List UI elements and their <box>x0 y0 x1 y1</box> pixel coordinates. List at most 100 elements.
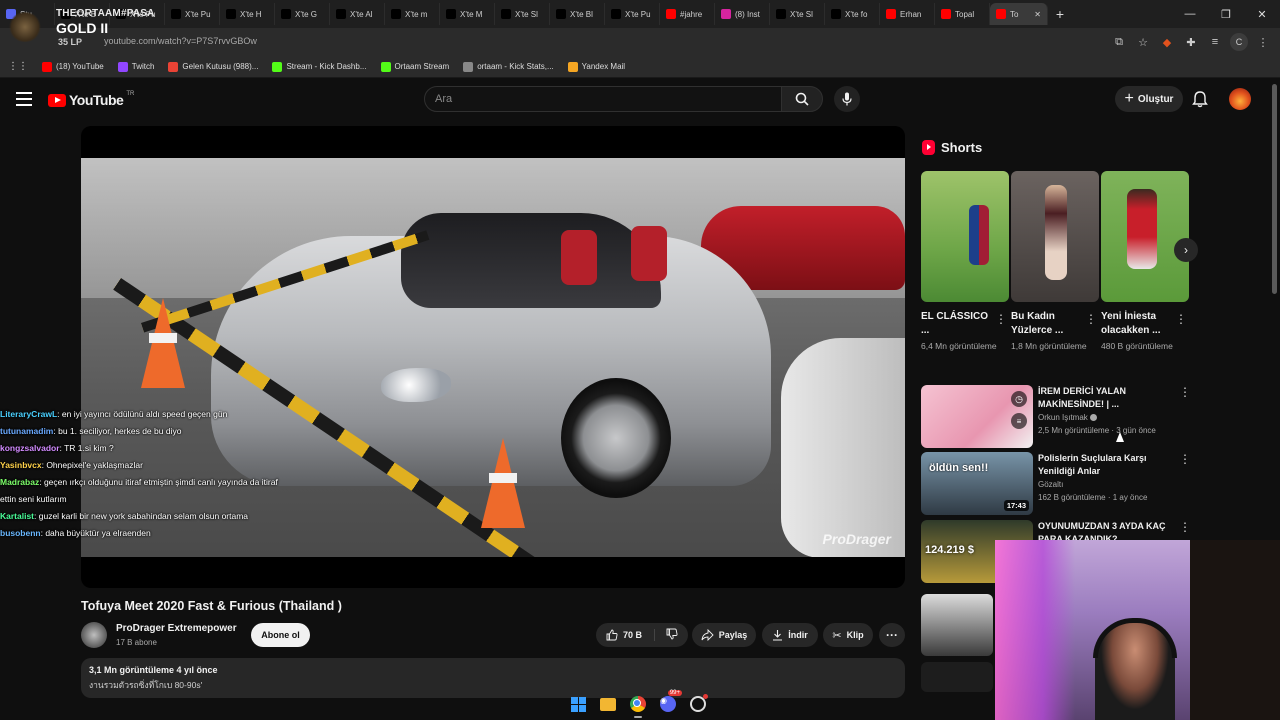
browser-tab[interactable]: X'te G <box>275 3 330 25</box>
webcam-background-door <box>1190 540 1280 720</box>
chat-message: kongzsalvador: TR 1.si kim ? <box>0 440 360 457</box>
browser-tab[interactable]: X'te H <box>220 3 275 25</box>
browser-tab[interactable]: X'te Pu <box>165 3 220 25</box>
short-title[interactable]: EL CLÁSSICO ... <box>921 310 991 338</box>
related-video[interactable]: ◷ ≡ İREM DERİCİ YALAN MAKİNESİNDE! | ...… <box>921 385 1191 449</box>
chrome-taskbar-button[interactable] <box>628 694 648 718</box>
maximize-button[interactable]: ❐ <box>1208 0 1244 28</box>
browser-tab-label: X'te Sl <box>790 9 813 19</box>
short-more-icon[interactable]: ⋮ <box>995 312 1007 326</box>
bookmark-item[interactable]: Ortaam Stream <box>380 61 449 72</box>
video-car-headlight <box>381 368 451 402</box>
like-button[interactable]: 70 B <box>606 629 655 641</box>
channel-avatar[interactable] <box>81 622 107 648</box>
shorts-next-button[interactable]: › <box>1174 238 1198 262</box>
minimize-button[interactable]: — <box>1172 0 1208 28</box>
bookmark-favicon-icon <box>168 61 179 72</box>
browser-tab-label: Topal <box>955 9 975 19</box>
browser-tab[interactable]: X'te Al <box>330 3 385 25</box>
browser-tab[interactable]: X'te fo <box>825 3 880 25</box>
related-more-icon[interactable]: ⋮ <box>1179 520 1191 534</box>
short-item[interactable]: Yeni İniesta olacakken ... 480 B görüntü… <box>1101 171 1189 353</box>
install-app-icon[interactable]: ⧉ <box>1110 33 1128 51</box>
short-more-icon[interactable]: ⋮ <box>1085 312 1097 326</box>
youtube-logo[interactable]: YouTube TR <box>48 91 134 108</box>
related-video-thumbnail[interactable] <box>921 594 993 656</box>
discord-taskbar-button[interactable]: ◉ 99+ <box>658 690 682 714</box>
close-tab-icon[interactable]: ✕ <box>1034 10 1041 19</box>
start-button[interactable] <box>568 694 588 714</box>
browser-tab[interactable]: X'te m <box>385 3 440 25</box>
bookmark-item[interactable]: (18) YouTube <box>42 61 104 72</box>
dislike-button[interactable] <box>660 628 678 642</box>
obs-taskbar-button[interactable] <box>688 694 708 714</box>
download-button[interactable]: İndir <box>762 623 818 647</box>
related-video-title[interactable]: İREM DERİCİ YALAN MAKİNESİNDE! | ... <box>1038 385 1168 411</box>
file-explorer-button[interactable] <box>598 694 618 714</box>
short-title[interactable]: Yeni İniesta olacakken ... <box>1101 310 1171 338</box>
short-title[interactable]: Bu Kadın Yüzlerce ... <box>1011 310 1081 338</box>
extension-icon[interactable]: ◆ <box>1158 33 1176 51</box>
related-video-thumbnail[interactable] <box>921 662 993 692</box>
search-button[interactable] <box>781 86 823 112</box>
apps-grid-icon[interactable]: ⋮⋮ <box>8 61 28 72</box>
browser-tab[interactable]: X'te M <box>440 3 495 25</box>
browser-tab[interactable]: X'te Sl <box>770 3 825 25</box>
clip-button[interactable]: ✂ Klip <box>823 623 873 647</box>
browser-tab[interactable]: Topal <box>935 3 990 25</box>
channel-name[interactable]: ProDrager Extremepower <box>116 623 237 634</box>
voice-search-button[interactable] <box>834 86 860 112</box>
short-thumbnail[interactable] <box>1011 171 1099 302</box>
related-more-icon[interactable]: ⋮ <box>1179 452 1191 466</box>
related-video-thumbnail[interactable]: öldün sen!! 17:43 <box>921 452 1033 515</box>
subscribe-button[interactable]: Abone ol <box>251 623 310 647</box>
thumbnail-text: öldün sen!! <box>929 462 989 474</box>
browser-tab-label: X'te Pu <box>185 9 211 19</box>
browser-menu-icon[interactable]: ⋮ <box>1254 33 1272 51</box>
reading-list-icon[interactable]: ≡ <box>1206 33 1224 51</box>
related-video-title[interactable]: Polislerin Suçlulara Karşı Yenildiği Anl… <box>1038 452 1168 478</box>
notifications-bell-icon[interactable] <box>1191 90 1209 108</box>
browser-tab-label: X'te G <box>295 9 317 19</box>
short-item[interactable]: Bu Kadın Yüzlerce ... 1,8 Mn görüntüleme… <box>1011 171 1099 353</box>
close-window-button[interactable]: ✕ <box>1244 0 1280 28</box>
watch-later-icon[interactable]: ◷ <box>1011 391 1027 407</box>
video-duration: 17:43 <box>1003 500 1029 511</box>
related-video[interactable]: öldün sen!! 17:43 Polislerin Suçlulara K… <box>921 452 1191 516</box>
bookmark-item[interactable]: ortaam - Kick Stats,... <box>463 61 554 72</box>
browser-tab[interactable]: X'te Sl <box>495 3 550 25</box>
related-video-channel[interactable]: Orkun Işıtmak <box>1038 413 1097 422</box>
short-item[interactable]: EL CLÁSSICO ... 6,4 Mn görüntüleme ⋮ <box>921 171 1009 353</box>
bookmark-item[interactable]: Stream - Kick Dashb... <box>272 61 367 72</box>
page-scrollbar[interactable] <box>1272 84 1277 294</box>
search-input[interactable]: Ara <box>424 86 782 112</box>
bookmark-item[interactable]: Yandex Mail <box>567 61 625 72</box>
related-video-channel[interactable]: Gözaltı <box>1038 480 1063 489</box>
user-avatar[interactable] <box>1229 88 1251 110</box>
browser-tab[interactable]: X'te Pu <box>605 3 660 25</box>
windows-logo-icon <box>570 696 586 712</box>
extensions-puzzle-icon[interactable]: ✚ <box>1182 33 1200 51</box>
x-tab-icon <box>611 9 621 19</box>
short-more-icon[interactable]: ⋮ <box>1175 312 1187 326</box>
browser-tab[interactable]: To ✕ <box>990 3 1048 25</box>
browser-tab[interactable]: X'te Bl <box>550 3 605 25</box>
browser-tab[interactable]: #jahre <box>660 3 715 25</box>
add-to-queue-icon[interactable]: ≡ <box>1011 413 1027 429</box>
description-box[interactable]: 3,1 Mn görüntüleme 4 yıl önce งานรวมตัวร… <box>81 658 905 698</box>
browser-tab[interactable]: Erhan <box>880 3 935 25</box>
more-actions-button[interactable]: ··· <box>879 623 905 647</box>
short-thumbnail[interactable] <box>921 171 1009 302</box>
browser-tab[interactable]: (8) Inst <box>715 3 770 25</box>
related-more-icon[interactable]: ⋮ <box>1179 385 1191 399</box>
share-button[interactable]: Paylaş <box>692 623 756 647</box>
bookmark-item[interactable]: Twitch <box>117 61 154 72</box>
related-video-thumbnail[interactable]: ◷ ≡ <box>921 385 1033 448</box>
new-tab-button[interactable]: + <box>1048 6 1072 22</box>
hamburger-menu-icon[interactable] <box>14 90 34 108</box>
bookmark-item[interactable]: Gelen Kutusu (988)... <box>168 61 258 72</box>
bookmark-star-icon[interactable]: ☆ <box>1134 33 1152 51</box>
short-thumbnail[interactable] <box>1101 171 1189 302</box>
profile-avatar[interactable]: C <box>1230 33 1248 51</box>
create-button[interactable]: + Oluştur <box>1115 86 1183 112</box>
